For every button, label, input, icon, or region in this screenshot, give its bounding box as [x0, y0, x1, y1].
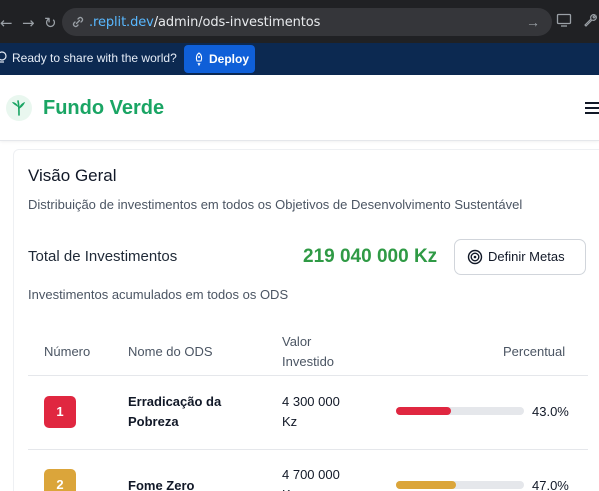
column-header-value[interactable]: Valor Investido — [282, 332, 334, 372]
banner-message: Ready to share with the world? — [12, 51, 177, 65]
leaf-icon[interactable] — [6, 95, 32, 121]
ods-name-line1: Fome Zero — [128, 478, 195, 491]
wrench-icon[interactable] — [582, 12, 598, 28]
accumulated-note: Investimentos acumulados em todos os ODS — [28, 287, 289, 302]
lightbulb-icon — [0, 51, 7, 63]
percent-bar — [396, 481, 524, 489]
total-investments-label: Total de Investimentos — [28, 248, 178, 265]
ods-name-line1: Erradicação da — [128, 394, 222, 409]
percent-bar — [396, 407, 524, 415]
column-header-percent[interactable]: Percentual — [503, 344, 565, 359]
column-header-value-line1: Valor — [282, 334, 312, 349]
invested-amount-line1: 4 300 000 — [282, 394, 340, 409]
go-arrow-icon[interactable]: → — [526, 14, 540, 30]
column-header-value-line2: Investido — [282, 354, 335, 369]
target-icon — [467, 249, 483, 265]
ods-number-badge: 2 — [44, 469, 76, 491]
address-bar[interactable]: .replit.dev/admin/ods-investimentos → — [62, 8, 552, 36]
invested-amount: 4 700 000 Kz — [282, 465, 340, 491]
app-header: Fundo Verde — [0, 75, 599, 141]
cast-screen-icon[interactable] — [556, 12, 572, 28]
deploy-banner: Ready to share with the world? Deploy — [0, 43, 599, 75]
invested-amount: 4 300 000 Kz — [282, 392, 340, 432]
page-title: Visão Geral — [28, 166, 117, 185]
deploy-button-label: Deploy — [209, 52, 250, 66]
deploy-button[interactable]: Deploy — [184, 45, 255, 73]
percent-bar-fill — [396, 481, 457, 489]
reload-icon[interactable]: ↻ — [44, 14, 57, 32]
ods-name-line2: Pobreza — [128, 414, 179, 429]
forward-arrow-icon[interactable]: → — [22, 14, 35, 32]
table-divider — [28, 375, 588, 376]
ods-name: Fome Zero — [128, 476, 194, 491]
invested-amount-line2: Kz — [282, 414, 298, 429]
brand-name[interactable]: Fundo Verde — [43, 97, 164, 120]
ods-number-badge: 1 — [44, 396, 76, 428]
url-text: .replit.dev/admin/ods-investimentos — [89, 15, 320, 30]
table-divider — [28, 449, 588, 450]
ods-name: Erradicação da Pobreza — [128, 392, 221, 432]
page-subtitle: Distribuição de investimentos em todos o… — [28, 197, 523, 212]
set-goals-button[interactable]: Definir Metas — [454, 239, 586, 275]
rocket-icon — [195, 52, 203, 66]
column-header-name[interactable]: Nome do ODS — [128, 344, 213, 359]
percent-bar-fill — [396, 407, 452, 415]
back-arrow-icon[interactable]: ← — [0, 14, 13, 32]
total-investments-value: 219 040 000 Kz — [303, 246, 438, 267]
percent-label: 47.0% — [532, 478, 569, 491]
url-path: /admin/ods-investimentos — [153, 15, 321, 30]
invested-amount-line1: 4 700 000 — [282, 467, 340, 482]
invested-amount-line2: Kz — [282, 485, 340, 491]
percent-label: 43.0% — [532, 404, 569, 419]
browser-toolbar: ← → ↻ .replit.dev/admin/ods-investimento… — [0, 0, 599, 43]
set-goals-label: Definir Metas — [488, 249, 565, 264]
link-icon — [72, 16, 84, 28]
url-host: .replit.dev — [89, 15, 154, 30]
hamburger-menu-icon[interactable] — [585, 102, 599, 114]
column-header-number[interactable]: Número — [44, 344, 90, 359]
